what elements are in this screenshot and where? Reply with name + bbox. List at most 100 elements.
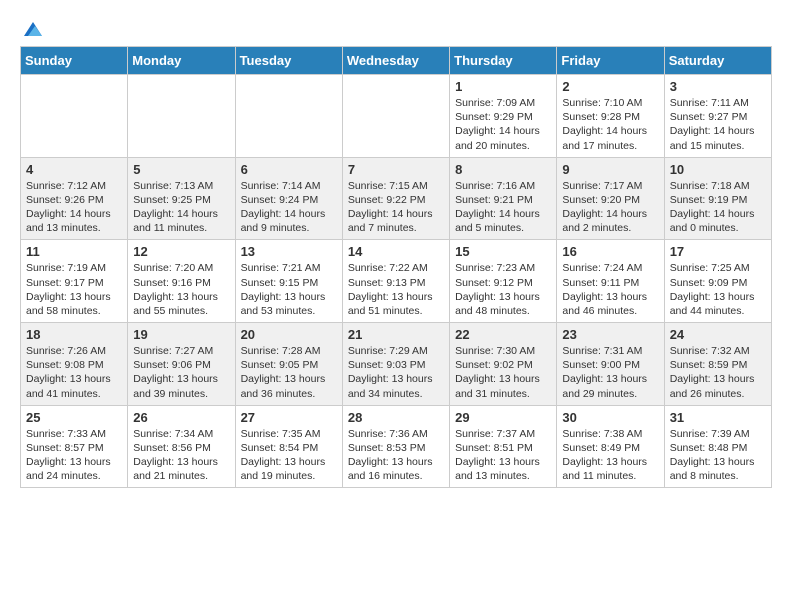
day-info: Sunrise: 7:29 AMSunset: 9:03 PMDaylight:… [348, 344, 444, 401]
calendar-cell: 7 Sunrise: 7:15 AMSunset: 9:22 PMDaylight… [342, 157, 449, 240]
calendar-header-row: SundayMondayTuesdayWednesdayThursdayFrid… [21, 47, 772, 75]
day-number: 28 [348, 410, 444, 425]
day-number: 11 [26, 244, 122, 259]
calendar-cell: 12 Sunrise: 7:20 AMSunset: 9:16 PMDayligh… [128, 240, 235, 323]
calendar-cell: 22Sunrise: 7:30 AMSunset: 9:02 PMDayligh… [450, 323, 557, 406]
day-number: 5 [133, 162, 229, 177]
day-info: Sunrise: 7:26 AMSunset: 9:08 PMDaylight:… [26, 344, 122, 401]
calendar-cell: 29 Sunrise: 7:37 AMSunset: 8:51 PMDayligh… [450, 405, 557, 488]
calendar-cell: 15Sunrise: 7:23 AMSunset: 9:12 PMDayligh… [450, 240, 557, 323]
day-of-week-header: Sunday [21, 47, 128, 75]
day-number: 19 [133, 327, 229, 342]
day-number: 20 [241, 327, 337, 342]
day-number: 4 [26, 162, 122, 177]
calendar-cell: 23Sunrise: 7:31 AMSunset: 9:00 PMDayligh… [557, 323, 664, 406]
calendar-cell [235, 75, 342, 158]
calendar-cell: 26 Sunrise: 7:34 AMSunset: 8:56 PMDayligh… [128, 405, 235, 488]
day-info: Sunrise: 7:24 AMSunset: 9:11 PMDaylight:… [562, 261, 658, 318]
calendar-cell: 2 Sunrise: 7:10 AMSunset: 9:28 PMDaylight… [557, 75, 664, 158]
day-of-week-header: Saturday [664, 47, 771, 75]
day-info: Sunrise: 7:38 AMSunset: 8:49 PMDaylight:… [562, 427, 658, 484]
day-number: 31 [670, 410, 766, 425]
day-number: 27 [241, 410, 337, 425]
day-number: 26 [133, 410, 229, 425]
calendar-cell: 31 Sunrise: 7:39 AMSunset: 8:48 PMDayligh… [664, 405, 771, 488]
day-number: 22 [455, 327, 551, 342]
calendar-cell: 27 Sunrise: 7:35 AMSunset: 8:54 PMDayligh… [235, 405, 342, 488]
day-of-week-header: Thursday [450, 47, 557, 75]
day-info: Sunrise: 7:36 AMSunset: 8:53 PMDaylight:… [348, 427, 444, 484]
day-number: 29 [455, 410, 551, 425]
day-info: Sunrise: 7:10 AMSunset: 9:28 PMDaylight:… [562, 96, 658, 153]
calendar-cell: 28 Sunrise: 7:36 AMSunset: 8:53 PMDayligh… [342, 405, 449, 488]
day-info: Sunrise: 7:14 AMSunset: 9:24 PMDaylight:… [241, 179, 337, 236]
logo-icon [22, 18, 44, 40]
day-info: Sunrise: 7:13 AMSunset: 9:25 PMDaylight:… [133, 179, 229, 236]
calendar-cell [342, 75, 449, 158]
day-info: Sunrise: 7:12 AMSunset: 9:26 PMDaylight:… [26, 179, 122, 236]
day-info: Sunrise: 7:22 AMSunset: 9:13 PMDaylight:… [348, 261, 444, 318]
day-info: Sunrise: 7:25 AMSunset: 9:09 PMDaylight:… [670, 261, 766, 318]
calendar-cell: 14 Sunrise: 7:22 AMSunset: 9:13 PMDayligh… [342, 240, 449, 323]
calendar-cell: 16 Sunrise: 7:24 AMSunset: 9:11 PMDayligh… [557, 240, 664, 323]
calendar-cell: 19 Sunrise: 7:27 AMSunset: 9:06 PMDayligh… [128, 323, 235, 406]
logo [20, 20, 44, 36]
day-number: 14 [348, 244, 444, 259]
day-number: 24 [670, 327, 766, 342]
day-of-week-header: Tuesday [235, 47, 342, 75]
calendar-cell: 4 Sunrise: 7:12 AMSunset: 9:26 PMDaylight… [21, 157, 128, 240]
calendar-cell: 17 Sunrise: 7:25 AMSunset: 9:09 PMDayligh… [664, 240, 771, 323]
day-info: Sunrise: 7:28 AMSunset: 9:05 PMDaylight:… [241, 344, 337, 401]
day-number: 10 [670, 162, 766, 177]
calendar-week-row: 11 Sunrise: 7:19 AMSunset: 9:17 PMDayligh… [21, 240, 772, 323]
day-number: 17 [670, 244, 766, 259]
day-number: 18 [26, 327, 122, 342]
calendar-cell: 20 Sunrise: 7:28 AMSunset: 9:05 PMDayligh… [235, 323, 342, 406]
day-of-week-header: Wednesday [342, 47, 449, 75]
day-number: 30 [562, 410, 658, 425]
day-of-week-header: Friday [557, 47, 664, 75]
day-number: 21 [348, 327, 444, 342]
day-info: Sunrise: 7:35 AMSunset: 8:54 PMDaylight:… [241, 427, 337, 484]
calendar-cell: 30 Sunrise: 7:38 AMSunset: 8:49 PMDayligh… [557, 405, 664, 488]
calendar-cell [21, 75, 128, 158]
day-number: 1 [455, 79, 551, 94]
calendar-cell: 1 Sunrise: 7:09 AMSunset: 9:29 PMDaylight… [450, 75, 557, 158]
day-info: Sunrise: 7:20 AMSunset: 9:16 PMDaylight:… [133, 261, 229, 318]
day-info: Sunrise: 7:17 AMSunset: 9:20 PMDaylight:… [562, 179, 658, 236]
day-info: Sunrise: 7:34 AMSunset: 8:56 PMDaylight:… [133, 427, 229, 484]
day-number: 3 [670, 79, 766, 94]
calendar-cell: 18 Sunrise: 7:26 AMSunset: 9:08 PMDayligh… [21, 323, 128, 406]
calendar-cell [128, 75, 235, 158]
calendar-cell: 24 Sunrise: 7:32 AMSunset: 8:59 PMDayligh… [664, 323, 771, 406]
day-number: 13 [241, 244, 337, 259]
day-info: Sunrise: 7:23 AMSunset: 9:12 PMDaylight:… [455, 261, 551, 318]
day-info: Sunrise: 7:39 AMSunset: 8:48 PMDaylight:… [670, 427, 766, 484]
day-number: 16 [562, 244, 658, 259]
day-info: Sunrise: 7:37 AMSunset: 8:51 PMDaylight:… [455, 427, 551, 484]
day-number: 12 [133, 244, 229, 259]
day-info: Sunrise: 7:09 AMSunset: 9:29 PMDaylight:… [455, 96, 551, 153]
calendar-cell: 11 Sunrise: 7:19 AMSunset: 9:17 PMDayligh… [21, 240, 128, 323]
calendar-cell: 9 Sunrise: 7:17 AMSunset: 9:20 PMDaylight… [557, 157, 664, 240]
calendar-cell: 21 Sunrise: 7:29 AMSunset: 9:03 PMDayligh… [342, 323, 449, 406]
day-info: Sunrise: 7:27 AMSunset: 9:06 PMDaylight:… [133, 344, 229, 401]
day-number: 2 [562, 79, 658, 94]
day-of-week-header: Monday [128, 47, 235, 75]
calendar-cell: 25Sunrise: 7:33 AMSunset: 8:57 PMDayligh… [21, 405, 128, 488]
day-info: Sunrise: 7:19 AMSunset: 9:17 PMDaylight:… [26, 261, 122, 318]
day-info: Sunrise: 7:21 AMSunset: 9:15 PMDaylight:… [241, 261, 337, 318]
day-info: Sunrise: 7:32 AMSunset: 8:59 PMDaylight:… [670, 344, 766, 401]
calendar-cell: 6Sunrise: 7:14 AMSunset: 9:24 PMDaylight… [235, 157, 342, 240]
calendar-cell: 8Sunrise: 7:16 AMSunset: 9:21 PMDaylight… [450, 157, 557, 240]
day-info: Sunrise: 7:15 AMSunset: 9:22 PMDaylight:… [348, 179, 444, 236]
day-number: 23 [562, 327, 658, 342]
calendar-cell: 5 Sunrise: 7:13 AMSunset: 9:25 PMDaylight… [128, 157, 235, 240]
day-number: 8 [455, 162, 551, 177]
calendar-week-row: 1 Sunrise: 7:09 AMSunset: 9:29 PMDaylight… [21, 75, 772, 158]
day-info: Sunrise: 7:11 AMSunset: 9:27 PMDaylight:… [670, 96, 766, 153]
day-number: 7 [348, 162, 444, 177]
calendar-week-row: 18 Sunrise: 7:26 AMSunset: 9:08 PMDayligh… [21, 323, 772, 406]
calendar-week-row: 25Sunrise: 7:33 AMSunset: 8:57 PMDayligh… [21, 405, 772, 488]
day-number: 9 [562, 162, 658, 177]
